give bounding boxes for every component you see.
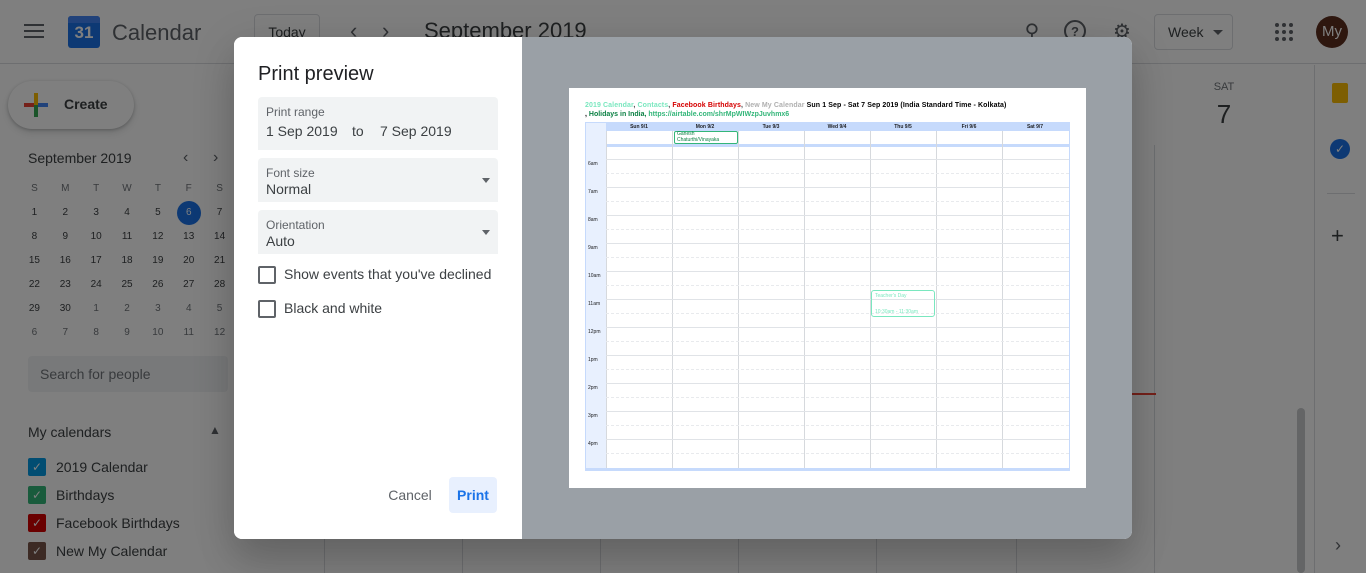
dropdown-arrow-icon [482,178,490,183]
print-options-panel: Print preview Print range 1 Sep 2019 to … [234,37,522,539]
preview-hour-line [606,383,1069,384]
preview-time-label: 10am [588,273,601,279]
preview-hour-line [606,243,1069,244]
show-declined-label: Show events that you've declined [284,266,492,282]
preview-column-line [1002,131,1003,470]
preview-calendar-name: Holidays in India [588,111,645,118]
preview-header-line: 2019 Calendar, Contacts, Facebook Birthd… [585,102,1007,109]
preview-half-hour-line [606,425,1069,426]
show-declined-checkbox[interactable] [258,266,276,284]
preview-half-hour-line [606,173,1069,174]
preview-half-hour-line [606,257,1069,258]
preview-time-label: 7am [588,189,598,195]
preview-hour-line [606,271,1069,272]
preview-half-hour-line [606,341,1069,342]
preview-hour-line [606,439,1069,440]
preview-hour-line [606,299,1069,300]
preview-hour-line [606,355,1069,356]
preview-calendar-name: 2019 Calendar [585,102,634,109]
preview-timed-event: Teacher's Day 10:30am - 11:30am [871,290,935,317]
preview-half-hour-line [606,229,1069,230]
preview-half-hour-line [606,313,1069,314]
preview-half-hour-line [606,369,1069,370]
preview-hour-line [606,327,1069,328]
preview-week-grid: Sun 9/1 Mon 9/2 Tue 9/3 Wed 9/4 Thu 9/5 … [585,122,1070,471]
orientation-value: Auto [266,233,295,249]
preview-event-time: 10:30am - 11:30am [875,309,918,315]
preview-time-label: 12pm [588,329,601,335]
preview-date-range: Sun 1 Sep - Sat 7 Sep 2019 (India Standa… [806,102,1007,109]
print-button[interactable]: Print [449,477,497,513]
preview-hour-line [606,215,1069,216]
print-range-start-input[interactable]: 1 Sep 2019 [266,123,338,139]
preview-day-name: Thu 9/5 [894,124,912,130]
font-size-value: Normal [266,181,312,197]
print-range-label: Print range [266,105,325,119]
dialog-title: Print preview [258,63,374,85]
print-range-field[interactable]: Print range 1 Sep 2019 to 7 Sep 2019 [258,97,498,150]
preview-time-label: 6am [588,161,598,167]
preview-time-label: 4pm [588,441,598,447]
preview-half-hour-line [606,397,1069,398]
preview-time-label: 2pm [588,385,598,391]
preview-calendar-name: Contacts [637,102,669,109]
preview-time-label: 9am [588,245,598,251]
preview-day-name: Wed 9/4 [827,124,847,130]
preview-column-line [672,131,673,470]
preview-column-line [738,131,739,470]
preview-day-name: Tue 9/3 [762,124,780,130]
preview-event-title: Teacher's Day [875,293,907,299]
preview-hour-line [606,159,1069,160]
font-size-select[interactable]: Font size Normal [258,158,498,202]
preview-bottom-band [586,468,1069,471]
preview-half-hour-line [606,285,1069,286]
preview-hour-line [606,411,1069,412]
black-white-checkbox[interactable] [258,300,276,318]
preview-time-label: 11am [588,301,601,307]
preview-half-hour-line [606,201,1069,202]
print-preview-pane: 2019 Calendar, Contacts, Facebook Birthd… [522,37,1132,539]
preview-calendar-name: Facebook Birthdays [672,102,742,109]
preview-day-name: Mon 9/2 [695,124,715,130]
preview-day-name: Fri 9/6 [961,124,977,130]
black-white-label: Black and white [284,300,383,316]
preview-header-line-2: , Holidays in India, https://airtable.co… [585,111,790,118]
orientation-select[interactable]: Orientation Auto [258,210,498,254]
preview-time-label: 3pm [588,413,598,419]
orientation-label: Orientation [266,218,325,232]
preview-column-line [936,131,937,470]
preview-page: 2019 Calendar, Contacts, Facebook Birthd… [569,88,1086,488]
preview-column-line [606,131,607,470]
print-range-end-input[interactable]: 7 Sep 2019 [380,123,452,139]
preview-half-hour-line [606,453,1069,454]
print-range-to: to [352,123,364,139]
preview-calendar-name: New My Calendar [745,102,805,109]
print-preview-dialog: Print preview Print range 1 Sep 2019 to … [234,37,1132,539]
preview-hour-line [606,187,1069,188]
preview-day-name: Sun 9/1 [630,124,648,130]
font-size-label: Font size [266,166,315,180]
preview-calendar-link: https://airtable.com/shrMpWIWzpJuvhmx6 [648,111,790,118]
preview-time-label: 1pm [588,357,598,363]
preview-time-label: 8am [588,217,598,223]
preview-all-day-event: Ganesh Chaturthi/Vinayaka [674,131,738,144]
preview-column-line [804,131,805,470]
preview-day-name: Sat 9/7 [1026,124,1044,130]
dropdown-arrow-icon [482,230,490,235]
cancel-button[interactable]: Cancel [374,477,446,513]
